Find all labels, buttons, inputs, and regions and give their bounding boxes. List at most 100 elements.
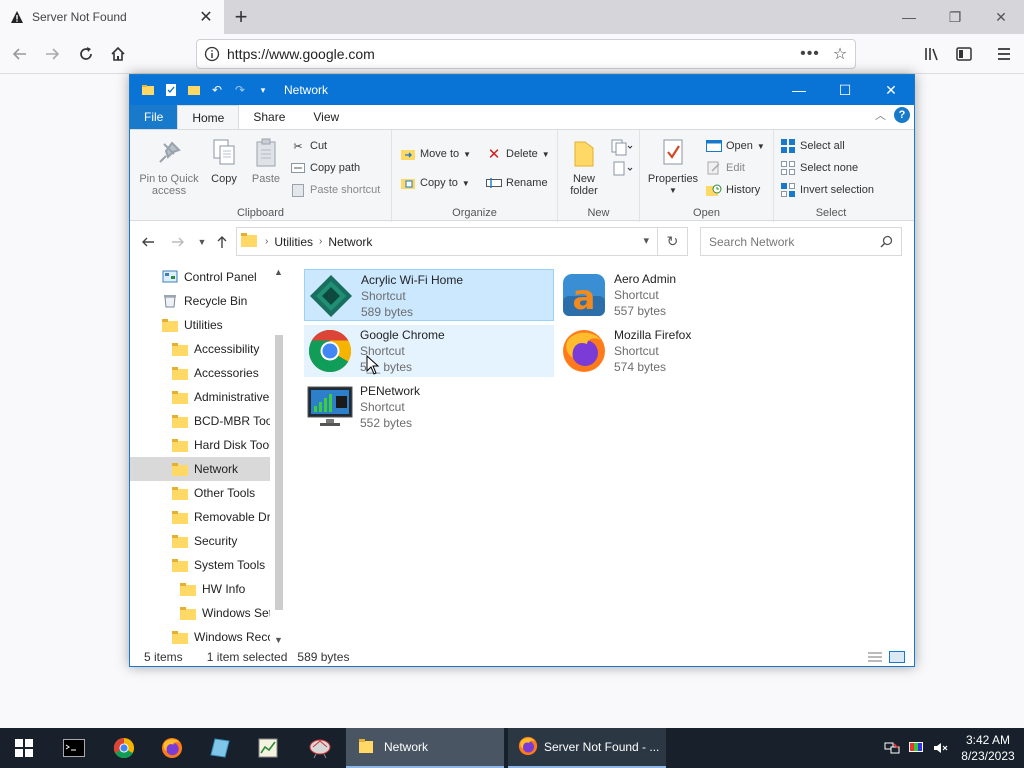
open-button[interactable]: Open ▼ bbox=[706, 136, 765, 156]
chevron-right-icon[interactable]: › bbox=[265, 236, 268, 247]
breadcrumb-network[interactable]: Network bbox=[328, 235, 372, 249]
file-item-penetwork[interactable]: PENetwork Shortcut 552 bytes bbox=[304, 381, 554, 433]
easy-access-icon[interactable] bbox=[610, 160, 634, 178]
scroll-up-icon[interactable]: ▲ bbox=[274, 267, 283, 277]
rename-button[interactable]: Rename bbox=[486, 173, 548, 193]
taskbar-explorer-network[interactable]: Network bbox=[346, 728, 504, 768]
page-actions-icon[interactable]: ••• bbox=[795, 45, 825, 63]
close-window-icon[interactable]: ✕ bbox=[978, 0, 1024, 34]
new-tab-icon[interactable]: + bbox=[228, 4, 254, 30]
nav-item[interactable]: Control Panel bbox=[130, 265, 270, 289]
info-icon[interactable] bbox=[197, 46, 227, 62]
firefox-icon[interactable] bbox=[148, 728, 196, 768]
undo-icon[interactable]: ↶ bbox=[207, 80, 227, 100]
copy-button[interactable]: Copy bbox=[206, 136, 242, 185]
back-icon[interactable] bbox=[6, 40, 34, 68]
copy-path-button[interactable]: Copy path bbox=[290, 158, 360, 178]
history-button[interactable]: History bbox=[706, 180, 760, 200]
nav-item[interactable]: Windows Reco bbox=[130, 625, 270, 647]
properties-qat-icon[interactable] bbox=[161, 80, 181, 100]
close-icon[interactable]: ✕ bbox=[868, 75, 914, 105]
url-text[interactable]: https://www.google.com bbox=[227, 46, 795, 62]
file-item-aero-admin[interactable]: a Aero Admin Shortcut 557 bytes bbox=[558, 269, 808, 321]
restore-icon[interactable]: ❐ bbox=[932, 0, 978, 34]
forward-icon[interactable] bbox=[38, 40, 66, 68]
nav-item[interactable]: System Tools bbox=[130, 553, 270, 577]
properties-button[interactable]: Properties ▼ bbox=[644, 136, 702, 197]
invert-selection-button[interactable]: Invert selection bbox=[780, 180, 874, 200]
redo-icon[interactable]: ↷ bbox=[230, 80, 250, 100]
minimize-icon[interactable]: — bbox=[776, 75, 822, 105]
help-icon[interactable]: ? bbox=[894, 107, 910, 123]
nav-item[interactable]: Windows Setu bbox=[130, 601, 270, 625]
select-all-button[interactable]: Select all bbox=[780, 136, 845, 156]
details-view-icon[interactable] bbox=[866, 650, 884, 664]
clock[interactable]: 3:42 AM 8/23/2023 bbox=[952, 732, 1024, 764]
navigation-scrollbar[interactable]: ▲ ▼ bbox=[271, 265, 287, 647]
start-windows-icon[interactable] bbox=[0, 728, 48, 768]
new-folder-qat-icon[interactable] bbox=[184, 80, 204, 100]
nav-item[interactable]: Administrative bbox=[130, 385, 270, 409]
large-icons-view-icon[interactable] bbox=[888, 650, 906, 664]
task-manager-icon[interactable] bbox=[244, 728, 292, 768]
network-tray-icon[interactable] bbox=[880, 741, 904, 755]
url-bar[interactable]: https://www.google.com ••• ☆ bbox=[196, 39, 856, 69]
nav-item[interactable]: Recycle Bin bbox=[130, 289, 270, 313]
browser-tab[interactable]: Server Not Found ✕ bbox=[0, 0, 224, 34]
nav-item[interactable]: Other Tools bbox=[130, 481, 270, 505]
volume-muted-icon[interactable] bbox=[928, 741, 952, 755]
scrollbar-thumb[interactable] bbox=[275, 335, 283, 610]
tab-view[interactable]: View bbox=[299, 105, 353, 129]
collapse-ribbon-icon[interactable]: ︿ bbox=[875, 107, 886, 123]
menu-icon[interactable] bbox=[990, 40, 1018, 68]
chevron-down-icon[interactable]: ▾ bbox=[643, 234, 649, 247]
nav-item[interactable]: BCD-MBR Tool bbox=[130, 409, 270, 433]
tab-home[interactable]: Home bbox=[177, 105, 240, 129]
command-prompt-icon[interactable] bbox=[50, 728, 98, 768]
new-item-icon[interactable] bbox=[610, 138, 634, 156]
refresh-icon[interactable]: ↻ bbox=[658, 227, 688, 256]
scroll-down-icon[interactable]: ▼ bbox=[274, 635, 283, 645]
bookmark-star-icon[interactable]: ☆ bbox=[825, 44, 855, 64]
library-icon[interactable] bbox=[918, 40, 946, 68]
paste-shortcut-button[interactable]: Paste shortcut bbox=[290, 180, 380, 200]
tab-file[interactable]: File bbox=[130, 105, 178, 129]
file-item-google-chrome[interactable]: Google Chrome Shortcut 5__ bytes bbox=[304, 325, 554, 377]
nav-item[interactable]: HW Info bbox=[130, 577, 270, 601]
chrome-icon[interactable] bbox=[100, 728, 148, 768]
recent-locations-icon[interactable]: ▼ bbox=[192, 231, 212, 253]
minimize-icon[interactable]: — bbox=[886, 0, 932, 34]
pin-to-quick-access-button[interactable]: Pin to Quick access bbox=[136, 136, 202, 197]
file-item-mozilla-firefox[interactable]: Mozilla Firefox Shortcut 574 bytes bbox=[558, 325, 808, 377]
delete-button[interactable]: ✕ Delete ▼ bbox=[486, 144, 550, 164]
nav-item[interactable]: Utilities bbox=[130, 313, 270, 337]
breadcrumb-utilities[interactable]: Utilities bbox=[274, 235, 313, 249]
address-bar[interactable]: › Utilities › Network ▾ bbox=[236, 227, 658, 256]
nav-item[interactable]: Security bbox=[130, 529, 270, 553]
chevron-down-icon[interactable]: ▾ bbox=[253, 80, 273, 100]
nav-item[interactable]: Accessories bbox=[130, 361, 270, 385]
edit-button[interactable]: Edit bbox=[706, 158, 745, 178]
maximize-icon[interactable]: ☐ bbox=[822, 75, 868, 105]
search-input[interactable]: Search Network bbox=[700, 227, 902, 256]
close-tab-icon[interactable]: ✕ bbox=[194, 5, 218, 29]
notepad-icon[interactable] bbox=[196, 728, 244, 768]
taskbar-firefox-window[interactable]: Server Not Found - ... bbox=[508, 728, 666, 768]
paste-button[interactable]: Paste bbox=[248, 136, 284, 185]
file-item-acrylic-wifi-home[interactable]: Acrylic Wi-Fi Home Shortcut 589 bytes bbox=[304, 269, 554, 321]
home-icon[interactable] bbox=[104, 40, 132, 68]
back-icon[interactable] bbox=[138, 231, 158, 253]
display-tray-icon[interactable] bbox=[904, 741, 928, 755]
sidebar-icon[interactable] bbox=[950, 40, 978, 68]
tab-share[interactable]: Share bbox=[239, 105, 299, 129]
chevron-right-icon[interactable]: › bbox=[319, 236, 322, 247]
network-tool-icon[interactable] bbox=[296, 728, 344, 768]
new-folder-button[interactable]: New folder bbox=[562, 136, 606, 197]
forward-icon[interactable] bbox=[168, 231, 188, 253]
up-icon[interactable] bbox=[212, 231, 232, 253]
cut-button[interactable]: ✂ Cut bbox=[290, 136, 327, 156]
nav-item[interactable]: Accessibility bbox=[130, 337, 270, 361]
reload-icon[interactable] bbox=[72, 40, 100, 68]
nav-item[interactable]: Hard Disk Tools bbox=[130, 433, 270, 457]
copy-to-button[interactable]: Copy to ▼ bbox=[400, 173, 470, 193]
